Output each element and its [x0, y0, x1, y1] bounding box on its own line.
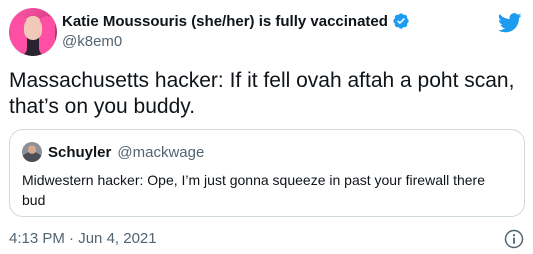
author-handle[interactable]: @k8em0: [62, 33, 122, 50]
meta-separator: ·: [69, 230, 75, 247]
author-avatar[interactable]: [9, 8, 57, 56]
quoted-author-handle[interactable]: @mackwage: [117, 144, 204, 161]
twitter-bird-icon[interactable]: [497, 13, 522, 38]
author-name-row[interactable]: Katie Moussouris (she/her) is fully vacc…: [62, 12, 410, 30]
tweet-date[interactable]: Jun 4, 2021: [78, 230, 156, 247]
quoted-tweet[interactable]: Schuyler @mackwage Midwestern hacker: Op…: [9, 129, 525, 217]
tweet-timestamp[interactable]: 4:13 PM: [9, 230, 65, 247]
tweet-text: Massachusetts hacker: If it fell ovah af…: [9, 69, 515, 118]
quoted-tweet-text: Midwestern hacker: Ope, I’m just gonna s…: [22, 172, 486, 208]
tweet-metadata[interactable]: 4:13 PM · Jun 4, 2021: [9, 230, 157, 247]
embedded-tweet: Katie Moussouris (she/her) is fully vacc…: [0, 0, 533, 254]
avatar-hair-right: [39, 16, 55, 56]
quoted-author-avatar[interactable]: [22, 142, 42, 162]
quoted-tweet-header[interactable]: Schuyler @mackwage: [22, 142, 204, 162]
verified-badge-icon: [392, 12, 410, 30]
avatar-face: [24, 18, 42, 40]
info-icon[interactable]: [504, 229, 524, 254]
author-display-name[interactable]: Katie Moussouris (she/her) is fully vacc…: [62, 13, 388, 30]
quoted-author-display-name[interactable]: Schuyler: [48, 144, 111, 161]
